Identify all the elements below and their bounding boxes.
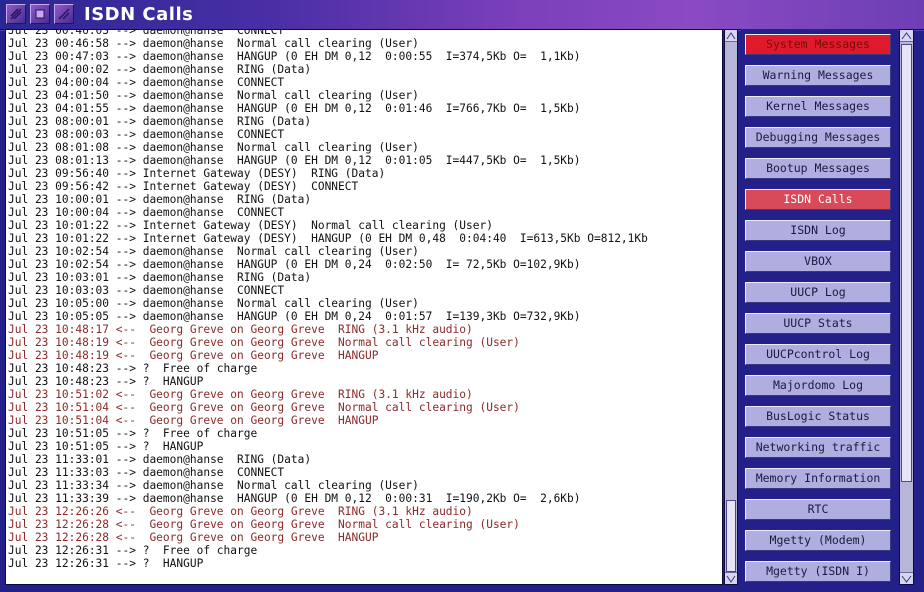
log-lines: Jul 23 00:46:03 --> daemon@hanse CONNECT… <box>8 29 648 570</box>
log-scroll-down-button[interactable] <box>725 572 737 584</box>
log-scrollbar[interactable] <box>724 29 738 585</box>
rtc-button[interactable]: RTC <box>745 499 891 520</box>
log-line: Jul 23 11:33:03 --> daemon@hanse CONNECT <box>8 466 285 479</box>
bootup-messages-button[interactable]: Bootup Messages <box>745 158 891 179</box>
log-line: Jul 23 10:48:19 <-- Georg Greve on Georg… <box>8 349 379 362</box>
isdn-log-button[interactable]: ISDN Log <box>745 220 891 241</box>
log-line: Jul 23 10:51:02 <-- Georg Greve on Georg… <box>8 388 473 401</box>
log-line: Jul 23 00:46:58 --> daemon@hanse Normal … <box>8 37 419 50</box>
log-line: Jul 23 00:47:03 --> daemon@hanse HANGUP … <box>8 50 581 63</box>
log-line: Jul 23 12:26:26 <-- Georg Greve on Georg… <box>8 505 473 518</box>
log-line: Jul 23 12:26:31 --> ? HANGUP <box>8 557 204 570</box>
window-title: ISDN Calls <box>84 4 194 25</box>
menu-icon <box>10 8 22 20</box>
log-view[interactable]: Jul 23 00:46:03 --> daemon@hanse CONNECT… <box>5 29 723 585</box>
log-line: Jul 23 08:01:13 --> daemon@hanse HANGUP … <box>8 154 581 167</box>
arrow-down-icon <box>901 575 912 583</box>
log-line: Jul 23 04:00:04 --> daemon@hanse CONNECT <box>8 76 285 89</box>
uucpcontrol-log-button[interactable]: UUCPcontrol Log <box>745 344 891 365</box>
log-line: Jul 23 10:48:23 --> ? Free of charge <box>8 362 258 375</box>
debugging-messages-button[interactable]: Debugging Messages <box>745 127 891 148</box>
log-line: Jul 23 08:00:03 --> daemon@hanse CONNECT <box>8 128 285 141</box>
iconify-button[interactable] <box>30 4 50 24</box>
log-line: Jul 23 00:46:03 --> daemon@hanse CONNECT <box>8 29 285 37</box>
log-line: Jul 23 08:01:08 --> daemon@hanse Normal … <box>8 141 419 154</box>
log-line: Jul 23 10:48:17 <-- Georg Greve on Georg… <box>8 323 473 336</box>
uucp-log-button[interactable]: UUCP Log <box>745 282 891 303</box>
networking-traffic-button[interactable]: Networking traffic <box>745 437 891 458</box>
warning-messages-button[interactable]: Warning Messages <box>745 65 891 86</box>
uucp-stats-button[interactable]: UUCP Stats <box>745 313 891 334</box>
buslogic-status-button[interactable]: BusLogic Status <box>745 406 891 427</box>
log-line: Jul 23 09:56:42 --> Internet Gateway (DE… <box>8 180 359 193</box>
panel-scroll-up-button[interactable] <box>900 30 913 42</box>
maximize-icon <box>58 8 70 20</box>
panel-scrollbar[interactable] <box>899 29 914 585</box>
panel-scroll-down-button[interactable] <box>900 572 913 584</box>
arrow-down-icon <box>726 575 736 583</box>
log-line: Jul 23 10:51:05 --> ? HANGUP <box>8 440 204 453</box>
log-line: Jul 23 12:26:31 --> ? Free of charge <box>8 544 258 557</box>
log-line: Jul 23 12:26:28 <-- Georg Greve on Georg… <box>8 518 520 531</box>
memory-information-button[interactable]: Memory Information <box>745 468 891 489</box>
log-line: Jul 23 04:00:02 --> daemon@hanse RING (D… <box>8 63 312 76</box>
log-line: Jul 23 11:33:39 --> daemon@hanse HANGUP … <box>8 492 581 505</box>
log-line: Jul 23 10:02:54 --> daemon@hanse HANGUP … <box>8 258 581 271</box>
mgetty-modem-button[interactable]: Mgetty (Modem) <box>745 530 891 551</box>
log-line: Jul 23 10:00:01 --> daemon@hanse RING (D… <box>8 193 312 206</box>
log-line: Jul 23 12:26:28 <-- Georg Greve on Georg… <box>8 531 379 544</box>
majordomo-log-button[interactable]: Majordomo Log <box>745 375 891 396</box>
log-scroll-up-button[interactable] <box>725 30 737 42</box>
mgetty-isdn-i-button[interactable]: Mgetty (ISDN I) <box>745 561 891 582</box>
panel-scroll-thumb[interactable] <box>901 44 912 482</box>
log-line: Jul 23 08:00:01 --> daemon@hanse RING (D… <box>8 115 312 128</box>
log-line: Jul 23 09:56:40 --> Internet Gateway (DE… <box>8 167 386 180</box>
vbox-button[interactable]: VBOX <box>745 251 891 272</box>
log-line: Jul 23 10:01:22 --> Internet Gateway (DE… <box>8 219 493 232</box>
log-line: Jul 23 11:33:01 --> daemon@hanse RING (D… <box>8 453 312 466</box>
log-line: Jul 23 10:05:05 --> daemon@hanse HANGUP … <box>8 310 581 323</box>
arrow-up-icon <box>726 32 736 40</box>
log-scroll-thumb[interactable] <box>726 500 736 572</box>
iconify-icon <box>35 9 45 19</box>
log-line: Jul 23 10:01:22 --> Internet Gateway (DE… <box>8 232 648 245</box>
log-line: Jul 23 10:51:05 --> ? Free of charge <box>8 427 258 440</box>
log-line: Jul 23 04:01:50 --> daemon@hanse Normal … <box>8 89 419 102</box>
log-line: Jul 23 10:48:19 <-- Georg Greve on Georg… <box>8 336 520 349</box>
system-messages-button[interactable]: System Messages <box>745 34 891 55</box>
log-line: Jul 23 11:33:34 --> daemon@hanse Normal … <box>8 479 419 492</box>
log-line: Jul 23 10:51:04 <-- Georg Greve on Georg… <box>8 414 379 427</box>
log-line: Jul 23 10:03:03 --> daemon@hanse CONNECT <box>8 284 285 297</box>
log-line: Jul 23 10:51:04 <-- Georg Greve on Georg… <box>8 401 520 414</box>
window-menu-button[interactable] <box>6 4 26 24</box>
log-line: Jul 23 10:05:00 --> daemon@hanse Normal … <box>8 297 419 310</box>
log-line: Jul 23 10:48:23 --> ? HANGUP <box>8 375 204 388</box>
log-line: Jul 23 04:01:55 --> daemon@hanse HANGUP … <box>8 102 581 115</box>
log-line: Jul 23 10:02:54 --> daemon@hanse Normal … <box>8 245 419 258</box>
isdn-calls-button[interactable]: ISDN Calls <box>745 189 891 210</box>
arrow-up-icon <box>901 32 912 40</box>
title-bar[interactable]: ISDN Calls <box>0 0 924 30</box>
kernel-messages-button[interactable]: Kernel Messages <box>745 96 891 117</box>
log-line: Jul 23 10:00:04 --> daemon@hanse CONNECT <box>8 206 285 219</box>
maximize-button[interactable] <box>54 4 74 24</box>
log-line: Jul 23 10:03:01 --> daemon@hanse RING (D… <box>8 271 312 284</box>
log-selector-panel: System Messages Warning Messages Kernel Me… <box>741 29 898 585</box>
